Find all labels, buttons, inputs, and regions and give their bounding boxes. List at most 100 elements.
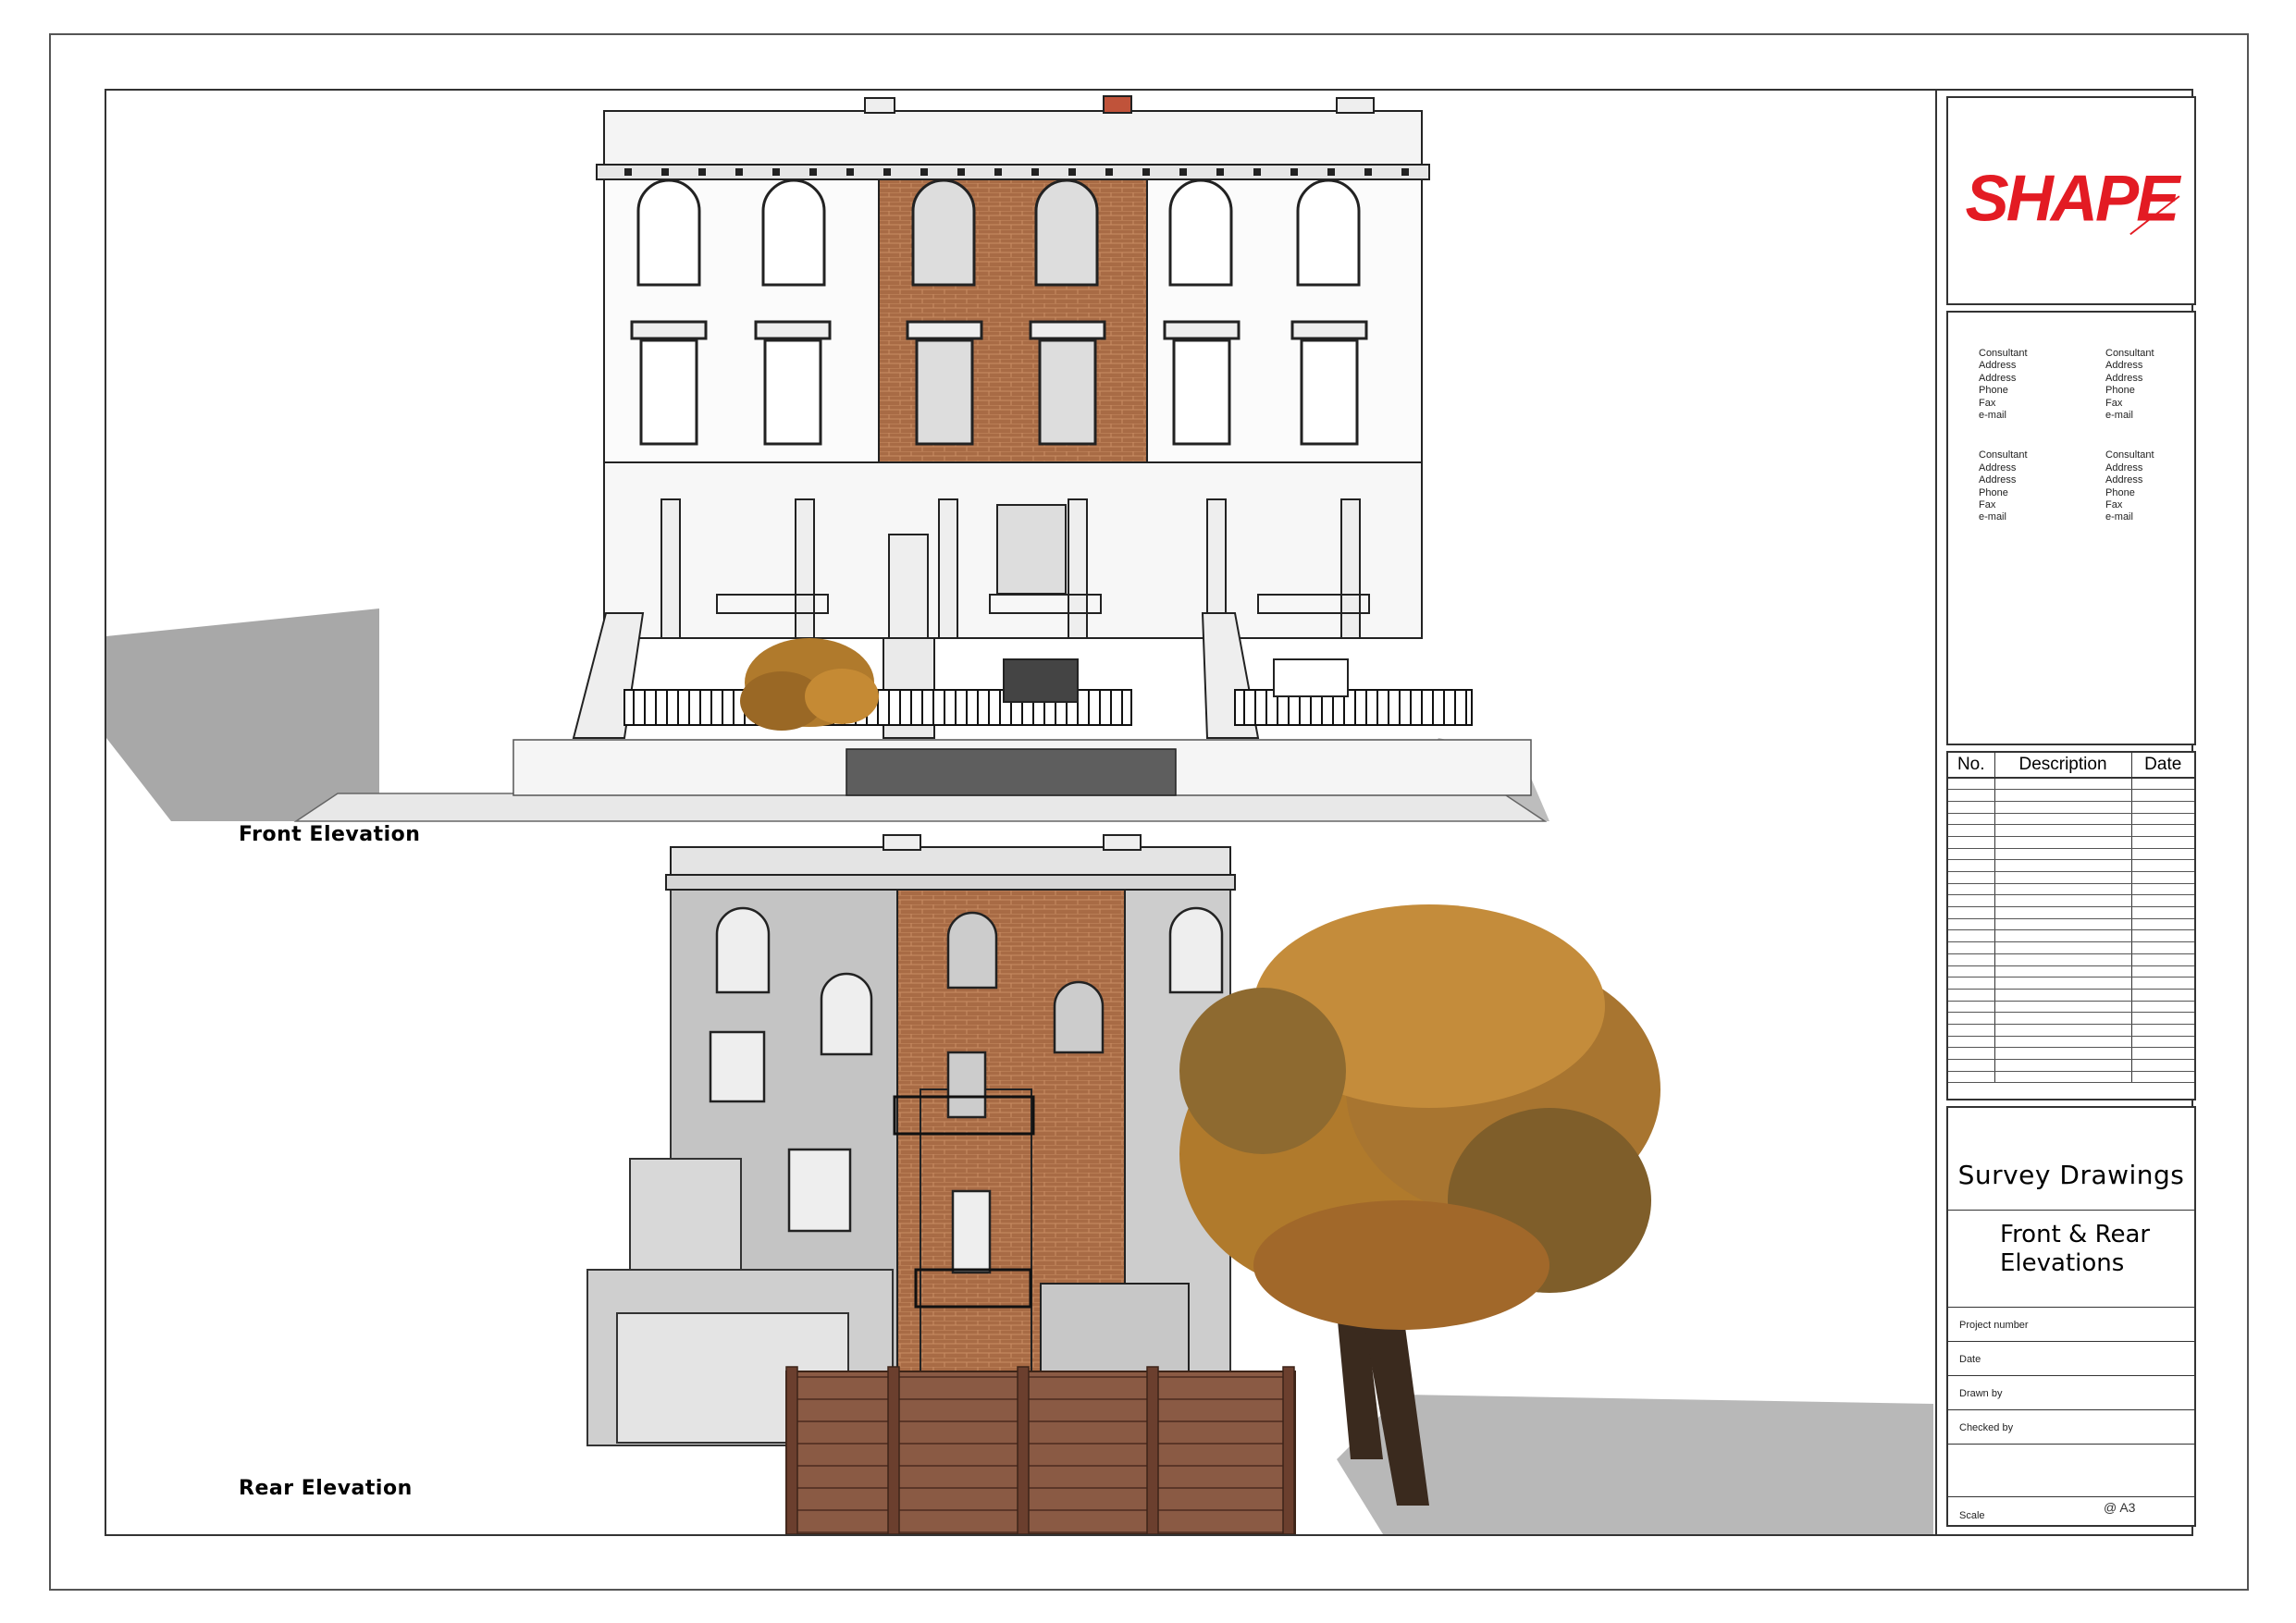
title-separator [1948, 1210, 2194, 1211]
revision-cell [1948, 965, 1995, 978]
rear-garden-fence [785, 1371, 1296, 1534]
front-pavement [293, 793, 1548, 822]
revision-cell [1948, 801, 1995, 814]
revision-cell [1994, 871, 2132, 884]
revision-cell [2131, 836, 2194, 849]
elevations-drawing [106, 95, 1933, 1534]
revision-cell [2131, 824, 2194, 837]
revision-cell [2131, 1059, 2194, 1072]
revision-row [1948, 918, 2194, 931]
revision-row [1948, 1047, 2194, 1060]
project-number-field: Project number [1959, 1320, 2029, 1331]
revision-cell [2131, 813, 2194, 826]
consultants-grid: Consultant Address Address Phone Fax e-mail C… [1979, 348, 2191, 524]
revision-row [1948, 894, 2194, 908]
front-shadow-left [106, 609, 379, 821]
revision-cell [1994, 918, 2132, 931]
revision-cell [2131, 977, 2194, 990]
revision-cell [1994, 965, 2132, 978]
revision-cell [1948, 977, 1995, 990]
revision-cell [1994, 977, 2132, 990]
revision-cell [2131, 778, 2194, 791]
scale-value: @ A3 [2104, 1500, 2136, 1515]
revision-cell [1948, 1047, 1995, 1060]
front-entrance-door [888, 534, 929, 639]
revision-cell [1994, 1059, 2132, 1072]
revision-cell [2131, 1071, 2194, 1084]
revision-row [1948, 848, 2194, 861]
field-separator-2 [1948, 1341, 2194, 1342]
revision-cell [1948, 1059, 1995, 1072]
front-elevation [106, 95, 1549, 822]
revision-row [1948, 801, 2194, 814]
revision-cell [2131, 871, 2194, 884]
revision-row [1948, 941, 2194, 954]
revision-row [1948, 1059, 2194, 1072]
front-basement-well [846, 748, 1177, 796]
field-separator-1 [1948, 1307, 2194, 1308]
revision-cell [1994, 1071, 2132, 1084]
revision-cell [2131, 953, 2194, 966]
revision-cell [1994, 953, 2132, 966]
drawing-title-panel: Survey Drawings Front & Rear Elevations … [1946, 1106, 2196, 1527]
consultant-block-1: Consultant Address Address Phone Fax e-mail [1979, 348, 2028, 422]
scale-field: Scale [1959, 1510, 1985, 1521]
revision-cell [1994, 906, 2132, 919]
front-cornice [596, 164, 1430, 180]
front-chimney-left [864, 97, 895, 114]
logo-text: SHAPE [1966, 162, 2182, 235]
revision-cell [1948, 929, 1995, 943]
revision-cell [1948, 824, 1995, 837]
revisions-col-description: Description [1994, 753, 2132, 779]
revision-cell [2131, 1001, 2194, 1014]
drawing-subtitle: Front & Rear Elevations [2000, 1221, 2151, 1277]
revision-row [1948, 836, 2194, 849]
revisions-header-row: No. Description Date [1948, 753, 2194, 779]
revision-cell [1948, 1001, 1995, 1014]
revision-cell [1948, 918, 1995, 931]
revision-row [1948, 1024, 2194, 1037]
revision-cell [1994, 1024, 2132, 1037]
consultant-block-3: Consultant Address Address Phone Fax e-mail [1979, 449, 2028, 523]
revision-cell [1948, 836, 1995, 849]
drawing-title: Survey Drawings [1957, 1160, 2185, 1190]
revision-cell [1994, 1001, 2132, 1014]
revision-cell [2131, 929, 2194, 943]
revision-row [1948, 1012, 2194, 1025]
revision-cell [1948, 1036, 1995, 1049]
revision-cell [2131, 1036, 2194, 1049]
revision-row [1948, 871, 2194, 884]
consultant-block-4: Consultant Address Address Phone Fax e-mail [2105, 449, 2154, 523]
field-separator-4 [1948, 1409, 2194, 1410]
drawn-by-field: Drawn by [1959, 1388, 2003, 1399]
revision-cell [1948, 953, 1995, 966]
front-chimney-right [1336, 97, 1375, 114]
logo-panel: SHAPE [1946, 96, 2196, 305]
revision-cell [1948, 906, 1995, 919]
revision-row [1948, 929, 2194, 943]
revision-row [1948, 906, 2194, 919]
revision-cell [2131, 848, 2194, 861]
checked-by-field: Checked by [1959, 1422, 2014, 1433]
revisions-table-panel: No. Description Date [1946, 751, 2196, 1100]
revision-cell [1994, 836, 2132, 849]
rear-elevation [586, 834, 1933, 1534]
revision-cell [1994, 778, 2132, 791]
revision-cell [1994, 989, 2132, 1002]
front-chimney-centre [1103, 95, 1132, 114]
rear-shadow [1337, 1395, 1933, 1534]
revision-cell [2131, 965, 2194, 978]
revision-cell [2131, 789, 2194, 802]
revision-row [1948, 953, 2194, 966]
revision-row [1948, 977, 2194, 990]
rear-chimney-right [1103, 834, 1142, 851]
drawing-area [106, 91, 1933, 1534]
revision-row [1948, 813, 2194, 826]
revision-cell [1948, 1071, 1995, 1084]
consultant-block-2: Consultant Address Address Phone Fax e-mail [2105, 348, 2154, 422]
revision-row [1948, 965, 2194, 978]
revision-cell [1994, 894, 2132, 908]
revision-cell [1948, 871, 1995, 884]
revision-cell [2131, 941, 2194, 954]
front-elevation-label: Front Elevation [239, 823, 421, 846]
